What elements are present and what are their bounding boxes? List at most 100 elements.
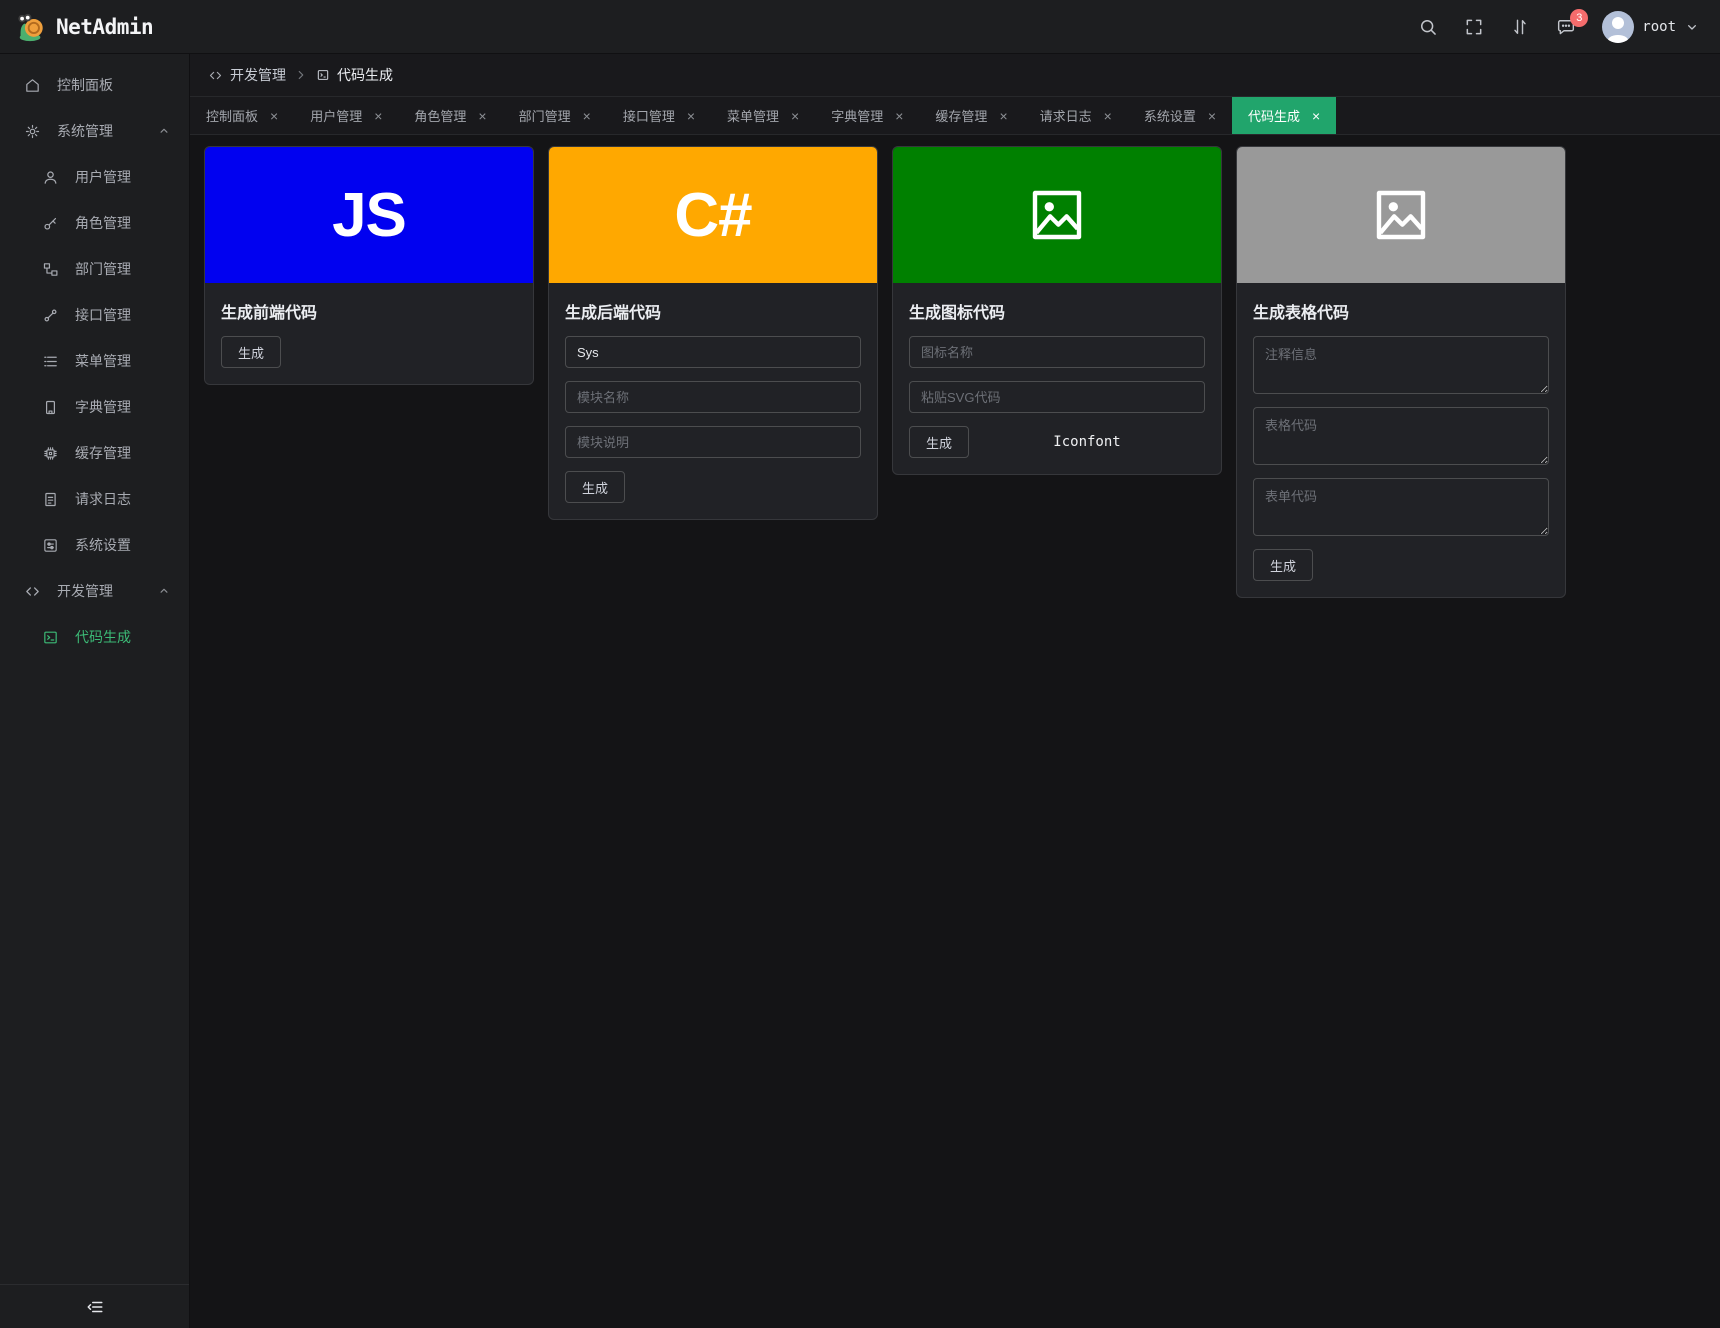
sidebar-item-users[interactable]: 用户管理 bbox=[0, 154, 189, 200]
tab-cache[interactable]: 缓存管理 × bbox=[919, 97, 1023, 134]
generate-frontend-button[interactable]: 生成 bbox=[221, 336, 282, 368]
tab-codegen[interactable]: 代码生成 × bbox=[1232, 97, 1337, 134]
sidebar-item-roles[interactable]: 角色管理 bbox=[0, 200, 189, 246]
sidebar-item-request-log[interactable]: 请求日志 bbox=[0, 476, 189, 522]
fullscreen-icon[interactable] bbox=[1464, 17, 1484, 37]
sidebar-item-label: 代码生成 bbox=[75, 629, 131, 645]
card-title: 生成后端代码 bbox=[565, 305, 662, 322]
close-icon[interactable]: × bbox=[895, 109, 903, 123]
message-icon[interactable]: 3 bbox=[1556, 8, 1589, 37]
generate-table-button[interactable]: 生成 bbox=[1253, 549, 1314, 581]
notification-badge: 3 bbox=[1570, 8, 1589, 27]
sidebar-item-api[interactable]: 接口管理 bbox=[0, 292, 189, 338]
home-icon bbox=[24, 77, 41, 94]
tab-menus[interactable]: 菜单管理 × bbox=[711, 97, 815, 134]
sidebar-group-development[interactable]: 开发管理 bbox=[0, 568, 189, 614]
sidebar-item-label: 角色管理 bbox=[75, 215, 131, 231]
generate-backend-button[interactable]: 生成 bbox=[565, 471, 626, 503]
close-icon[interactable]: × bbox=[999, 109, 1007, 123]
sidebar-item-dictionary[interactable]: 字典管理 bbox=[0, 384, 189, 430]
icon-name-input[interactable] bbox=[909, 336, 1205, 368]
sidebar-item-label: 开发管理 bbox=[57, 583, 113, 599]
icon-banner bbox=[893, 147, 1221, 283]
close-icon[interactable]: × bbox=[1208, 109, 1216, 123]
cpu-chip-icon bbox=[42, 445, 59, 462]
table-code-textarea[interactable] bbox=[1253, 407, 1549, 465]
code-icon bbox=[24, 583, 41, 600]
card-generate-backend: C# 生成后端代码 生成 bbox=[548, 146, 878, 520]
card-title: 生成表格代码 bbox=[1253, 305, 1350, 322]
brand[interactable]: NetAdmin bbox=[16, 12, 154, 42]
card-title: 生成前端代码 bbox=[221, 305, 318, 322]
sidebar-item-label: 字典管理 bbox=[75, 399, 131, 415]
backend-banner: C# bbox=[549, 147, 877, 283]
comment-info-textarea[interactable] bbox=[1253, 336, 1549, 394]
tab-api[interactable]: 接口管理 × bbox=[607, 97, 711, 134]
sidebar-item-dashboard[interactable]: 控制面板 bbox=[0, 62, 189, 108]
sidebar-item-departments[interactable]: 部门管理 bbox=[0, 246, 189, 292]
sort-arrows-icon[interactable] bbox=[1510, 17, 1530, 37]
top-header: NetAdmin 3 root bbox=[0, 0, 1720, 54]
close-icon[interactable]: × bbox=[1104, 109, 1112, 123]
breadcrumb: 开发管理 代码生成 bbox=[190, 54, 1720, 97]
table-banner bbox=[1237, 147, 1565, 283]
iconfont-link[interactable]: Iconfont bbox=[1053, 434, 1120, 450]
document-icon bbox=[42, 491, 59, 508]
tab-dictionary[interactable]: 字典管理 × bbox=[815, 97, 919, 134]
user-menu[interactable]: root bbox=[1602, 10, 1700, 43]
menu-fold-icon bbox=[86, 1298, 104, 1316]
sidebar-item-label: 部门管理 bbox=[75, 261, 131, 277]
tab-departments[interactable]: 部门管理 × bbox=[503, 97, 607, 134]
sidebar-item-settings[interactable]: 系统设置 bbox=[0, 522, 189, 568]
tab-roles[interactable]: 角色管理 × bbox=[398, 97, 502, 134]
org-chart-icon bbox=[42, 261, 59, 278]
sidebar-collapse-button[interactable] bbox=[0, 1284, 189, 1328]
close-icon[interactable]: × bbox=[583, 109, 591, 123]
card-generate-icon: 生成图标代码 生成 Iconfont bbox=[892, 146, 1222, 475]
tab-users[interactable]: 用户管理 × bbox=[294, 97, 398, 134]
gear-icon bbox=[24, 123, 41, 140]
chevron-up-icon bbox=[157, 124, 171, 138]
close-icon[interactable]: × bbox=[478, 109, 486, 123]
sidebar-item-label: 系统设置 bbox=[75, 537, 131, 553]
brand-name: NetAdmin bbox=[56, 14, 154, 39]
code-icon bbox=[208, 68, 223, 83]
image-icon bbox=[1368, 182, 1434, 248]
tab-settings[interactable]: 系统设置 × bbox=[1128, 97, 1232, 134]
search-icon[interactable] bbox=[1418, 17, 1438, 37]
card-generate-table: 生成表格代码 生成 bbox=[1236, 146, 1566, 598]
svg-paste-input[interactable] bbox=[909, 381, 1205, 413]
close-icon[interactable]: × bbox=[270, 109, 278, 123]
sidebar-item-label: 请求日志 bbox=[75, 491, 131, 507]
close-icon[interactable]: × bbox=[791, 109, 799, 123]
sidebar-item-label: 用户管理 bbox=[75, 169, 131, 185]
terminal-icon bbox=[42, 629, 59, 646]
book-icon bbox=[42, 399, 59, 416]
form-code-textarea[interactable] bbox=[1253, 478, 1549, 536]
module-name-input[interactable] bbox=[565, 381, 861, 413]
breadcrumb-parent[interactable]: 开发管理 bbox=[208, 65, 286, 85]
tab-dashboard[interactable]: 控制面板 × bbox=[190, 97, 294, 134]
module-desc-input[interactable] bbox=[565, 426, 861, 458]
sidebar-item-menus[interactable]: 菜单管理 bbox=[0, 338, 189, 384]
close-icon[interactable]: × bbox=[374, 109, 382, 123]
sidebar-group-system[interactable]: 系统管理 bbox=[0, 108, 189, 154]
namespace-input[interactable] bbox=[565, 336, 861, 368]
tab-bar: 控制面板 × 用户管理 × 角色管理 × 部门管理 × 接口管理 × 菜单管理 × 字典管理… bbox=[190, 97, 1720, 135]
csharp-logo: C# bbox=[674, 180, 752, 250]
close-icon[interactable]: × bbox=[1312, 109, 1320, 123]
tab-request-log[interactable]: 请求日志 × bbox=[1024, 97, 1128, 134]
menu-lines-icon bbox=[42, 353, 59, 370]
sidebar-item-codegen[interactable]: 代码生成 bbox=[0, 614, 189, 660]
sidebar-item-label: 接口管理 bbox=[75, 307, 131, 323]
frontend-banner: JS bbox=[205, 147, 533, 283]
content: JS 生成前端代码 生成 C# 生成后端代码 生成 bbox=[190, 135, 1720, 1328]
terminal-icon bbox=[316, 68, 330, 82]
generate-icon-button[interactable]: 生成 bbox=[909, 426, 970, 458]
chevron-up-icon bbox=[157, 584, 171, 598]
sidebar-item-label: 系统管理 bbox=[57, 123, 113, 139]
close-icon[interactable]: × bbox=[687, 109, 695, 123]
snail-logo-icon bbox=[16, 12, 46, 42]
sidebar-item-cache[interactable]: 缓存管理 bbox=[0, 430, 189, 476]
breadcrumb-current: 代码生成 bbox=[316, 65, 393, 85]
